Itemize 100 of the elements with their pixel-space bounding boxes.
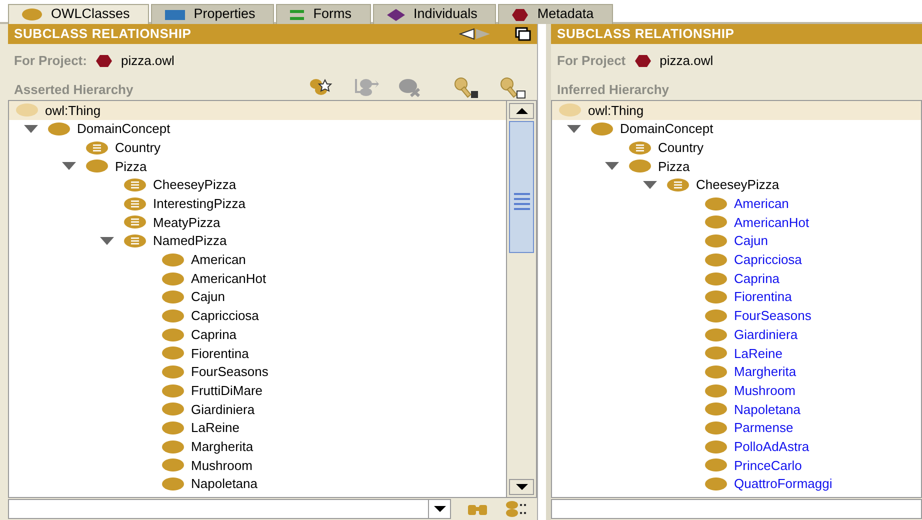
- class-icon: [704, 384, 728, 398]
- selected-row[interactable]: owl:Thing: [9, 101, 506, 120]
- tree-item[interactable]: PolloAdAstra: [728, 436, 810, 456]
- hexagon-icon: [511, 8, 530, 22]
- collapse-icon[interactable]: [566, 124, 582, 134]
- tree-item[interactable]: Pizza: [109, 156, 147, 176]
- defined-class-icon: [123, 234, 147, 248]
- tree-item[interactable]: FourSeasons: [728, 306, 812, 326]
- class-icon: [704, 328, 728, 342]
- tree-item[interactable]: Napoletana: [185, 474, 258, 494]
- tree-item[interactable]: QuattroFormaggi: [728, 474, 832, 494]
- search-field[interactable]: [551, 499, 922, 519]
- tree-item[interactable]: DomainConcept: [71, 119, 170, 139]
- window-button[interactable]: [515, 27, 531, 41]
- tree-item[interactable]: MeatyPizza: [147, 212, 220, 232]
- collapse-icon[interactable]: [604, 161, 620, 172]
- tree-item[interactable]: Napoletana: [728, 400, 800, 420]
- collapse-icon[interactable]: [99, 236, 115, 246]
- class-icon: [161, 290, 185, 304]
- back-button[interactable]: [459, 28, 475, 40]
- class-icon: [704, 477, 728, 492]
- scroll-down-button[interactable]: [509, 479, 534, 495]
- delete-icon: [397, 77, 423, 99]
- tree-item[interactable]: PrinceCarlo: [728, 456, 802, 476]
- tree-item[interactable]: AmericanHot: [728, 212, 810, 232]
- collapse-icon[interactable]: [23, 124, 39, 134]
- defined-class-icon: [123, 196, 147, 211]
- tree-item[interactable]: Fiorentina: [728, 287, 792, 307]
- tree-item[interactable]: Margherita: [185, 436, 254, 456]
- class-icon: [161, 384, 185, 398]
- tree-item[interactable]: Pizza: [652, 156, 690, 176]
- tree-item[interactable]: FruttiDiMare: [185, 380, 263, 400]
- tree-item[interactable]: owl:Thing: [39, 101, 101, 120]
- tab[interactable]: Metadata: [498, 4, 613, 24]
- project-label: For Project:: [14, 52, 87, 70]
- tree-item[interactable]: American: [728, 194, 789, 214]
- class-icon: [704, 215, 728, 230]
- scrollbar-thumb[interactable]: [509, 121, 534, 253]
- back-icon: [459, 28, 475, 40]
- forward-icon: [475, 28, 491, 40]
- tree-item[interactable]: Parmense: [728, 418, 794, 438]
- tree-item[interactable]: Caprina: [185, 324, 237, 344]
- tree-item[interactable]: LaReine: [728, 344, 782, 364]
- tree-item[interactable]: Fiorentina: [185, 344, 249, 364]
- tree-item[interactable]: FourSeasons: [185, 362, 268, 382]
- class-icon: [704, 252, 728, 267]
- scroll-up-button[interactable]: [509, 103, 534, 119]
- tab[interactable]: Properties: [150, 4, 274, 24]
- tab[interactable]: Forms: [276, 4, 371, 24]
- tree-item[interactable]: Giardiniera: [185, 400, 255, 420]
- search-field[interactable]: [8, 499, 451, 519]
- tab[interactable]: Individuals: [372, 4, 496, 24]
- class-icon: [161, 364, 185, 379]
- tree-item[interactable]: Capricciosa: [728, 250, 802, 270]
- project-label: For Project: [557, 52, 626, 70]
- key-button[interactable]: [453, 77, 481, 99]
- tree-item[interactable]: CheeseyPizza: [147, 175, 236, 195]
- tree-item[interactable]: NamedPizza: [147, 231, 227, 251]
- class-icon: [704, 364, 728, 379]
- tree-item[interactable]: Cajun: [728, 231, 768, 251]
- tree-item[interactable]: Cajun: [185, 287, 225, 307]
- diamond-icon: [386, 8, 406, 22]
- windows-icon: [515, 27, 531, 41]
- tree-item[interactable]: Mushroom: [185, 456, 252, 476]
- binoculars-icon: [467, 502, 489, 516]
- panel-title: SUBCLASS RELATIONSHIP: [557, 25, 734, 44]
- class-icon: [704, 234, 728, 248]
- project-name: pizza.owl: [120, 52, 174, 70]
- tree-item[interactable]: Giardiniera: [728, 324, 798, 344]
- collapse-icon[interactable]: [642, 180, 658, 190]
- list-button[interactable]: [505, 500, 529, 518]
- tree-item[interactable]: CheeseyPizza: [690, 175, 780, 195]
- up-arrow-icon: [514, 107, 528, 115]
- class-icon: [85, 159, 109, 174]
- class-icon: [21, 8, 43, 21]
- tree-item[interactable]: LaReine: [185, 418, 240, 438]
- class-icon: [161, 402, 185, 416]
- tree-item[interactable]: Margherita: [728, 362, 796, 382]
- class-icon: [161, 346, 185, 360]
- tree-item[interactable]: Country: [109, 138, 161, 158]
- class-icon: [47, 122, 71, 136]
- tree-item[interactable]: owl:Thing: [582, 101, 644, 120]
- class-icon: [704, 402, 728, 416]
- tree-item[interactable]: American: [185, 250, 246, 270]
- class-icon: [704, 421, 728, 436]
- key-c-button[interactable]: [499, 77, 527, 99]
- defined-class-icon: [85, 140, 109, 155]
- tab[interactable]: OWLClasses: [8, 4, 149, 24]
- selected-row[interactable]: owl:Thing: [552, 101, 921, 120]
- tree-item[interactable]: Caprina: [728, 268, 780, 288]
- tree-item[interactable]: InterestingPizza: [147, 194, 246, 214]
- hierarchy-label: Inferred Hierarchy: [557, 80, 669, 99]
- class-icon: [704, 290, 728, 304]
- tree-item[interactable]: Country: [652, 138, 704, 158]
- tree-item[interactable]: DomainConcept: [614, 119, 714, 139]
- class-icon: [161, 458, 185, 472]
- tree-item[interactable]: AmericanHot: [185, 268, 266, 288]
- tree-item[interactable]: Mushroom: [728, 380, 796, 400]
- collapse-icon[interactable]: [61, 161, 77, 172]
- tree-item[interactable]: Capricciosa: [185, 306, 259, 326]
